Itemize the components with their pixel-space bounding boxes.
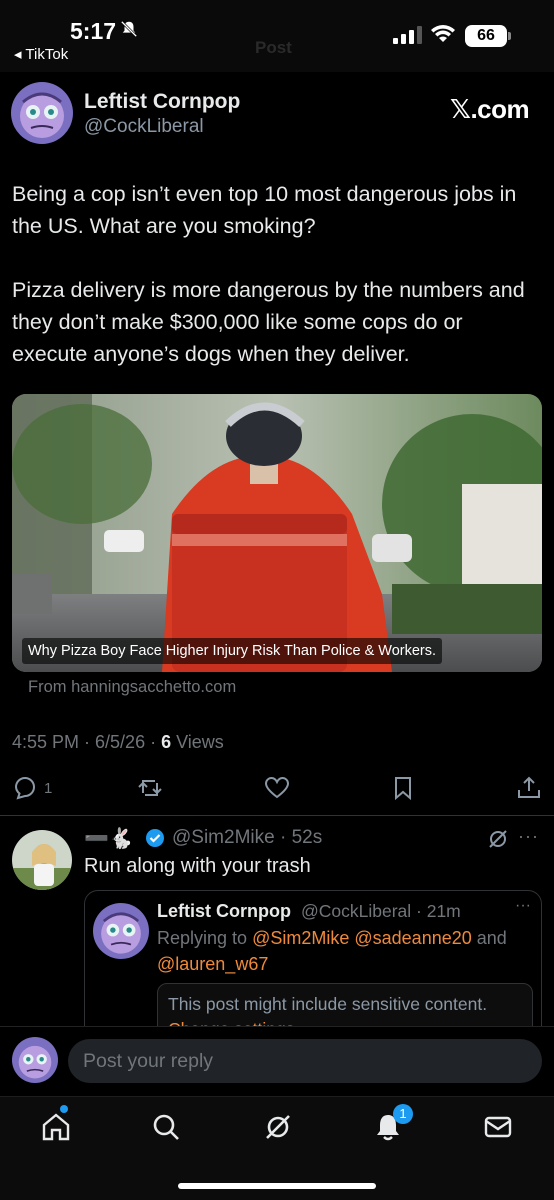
like-button[interactable] — [264, 770, 290, 806]
post-text: Being a cop isn’t even top 10 most dange… — [12, 182, 525, 366]
home-indicator[interactable] — [178, 1183, 376, 1189]
quoted-author-name: Leftist Cornpop — [157, 901, 291, 921]
reply-composer: Post your reply — [0, 1026, 554, 1096]
back-to-tiktok-link[interactable]: ◂ TikTok — [14, 45, 68, 63]
author-name[interactable]: Leftist Cornpop — [84, 90, 240, 114]
author-handle[interactable]: @CockLiberal — [84, 116, 204, 138]
nav-messages[interactable] — [482, 1111, 514, 1143]
quoted-author-avatar — [93, 903, 149, 959]
bookmark-icon — [395, 777, 411, 801]
replying-to: Replying to @Sim2Mike @sadeanne20 and @l… — [157, 925, 527, 977]
reply-handle-time[interactable]: @Sim2Mike · 52s — [172, 827, 322, 849]
status-bar: 5:17 ◂ TikTok Post 66 — [0, 0, 554, 72]
link-source[interactable]: From hanningsacchetto.com — [28, 678, 236, 697]
media-caption: Why Pizza Boy Face Higher Injury Risk Th… — [22, 638, 443, 664]
search-icon — [153, 1114, 179, 1140]
reply-author-avatar[interactable] — [12, 830, 72, 890]
share-button[interactable] — [516, 770, 542, 806]
reply-author-name[interactable]: ➖🐇 — [84, 826, 134, 851]
header-title: Post — [255, 38, 292, 57]
replying-prefix: Replying to — [157, 928, 253, 948]
cellular-signal-icon — [393, 26, 422, 44]
share-icon — [518, 776, 540, 798]
verified-badge-icon — [146, 829, 164, 847]
quoted-handle-time: @CockLiberal · 21m — [301, 901, 461, 921]
views-count: 6 — [161, 732, 172, 752]
mention-sim2mike[interactable]: @Sim2Mike — [252, 928, 349, 948]
status-time: 5:17 — [70, 18, 117, 44]
reply-more-button[interactable]: ··· — [518, 826, 539, 847]
home-unread-dot — [60, 1105, 68, 1113]
repost-button[interactable] — [137, 770, 163, 806]
reply-button[interactable]: 1 — [12, 770, 52, 806]
reply-text: Run along with your trash — [84, 855, 311, 877]
quoted-post[interactable]: Leftist Cornpop @CockLiberal · 21m ··· R… — [84, 890, 542, 1040]
nav-grok[interactable] — [262, 1111, 294, 1143]
replying-and: and — [471, 928, 507, 948]
composer-avatar — [12, 1037, 58, 1083]
messages-icon — [484, 1116, 512, 1138]
bookmark-button[interactable] — [390, 770, 416, 806]
post-meta: 4:55 PM · 6/5/26 · 6 Views — [12, 732, 224, 753]
post-media-image[interactable] — [12, 394, 542, 672]
nav-search[interactable] — [150, 1111, 182, 1143]
divider — [0, 815, 554, 816]
author-avatar[interactable] — [11, 82, 73, 144]
views-label: Views — [171, 732, 224, 752]
battery-indicator: 66 — [465, 25, 507, 47]
grok-icon — [266, 1115, 290, 1139]
post-actions: 1 — [0, 770, 554, 806]
nav-home[interactable] — [40, 1111, 72, 1143]
wifi-icon — [431, 25, 455, 42]
x-com-logo: 𝕏.com — [450, 94, 530, 124]
quoted-more-button[interactable]: ··· — [515, 897, 531, 915]
post-timestamp: 4:55 PM · 6/5/26 · — [12, 732, 162, 752]
grok-icon[interactable] — [487, 828, 509, 850]
notifications-badge: 1 — [393, 1104, 413, 1124]
like-icon — [264, 776, 290, 799]
muted-bell-icon — [120, 20, 138, 38]
sensitive-content-text: This post might include sensitive conten… — [168, 994, 488, 1014]
reply-count: 1 — [44, 779, 53, 797]
battery-tip — [508, 32, 511, 40]
mention-lauren-w67[interactable]: @lauren_w67 — [157, 954, 268, 974]
repost-icon — [138, 780, 162, 796]
reply-input[interactable]: Post your reply — [68, 1039, 542, 1083]
home-icon — [42, 1113, 70, 1141]
reply-icon — [14, 777, 35, 800]
mention-sadeanne20[interactable]: @sadeanne20 — [354, 928, 471, 948]
